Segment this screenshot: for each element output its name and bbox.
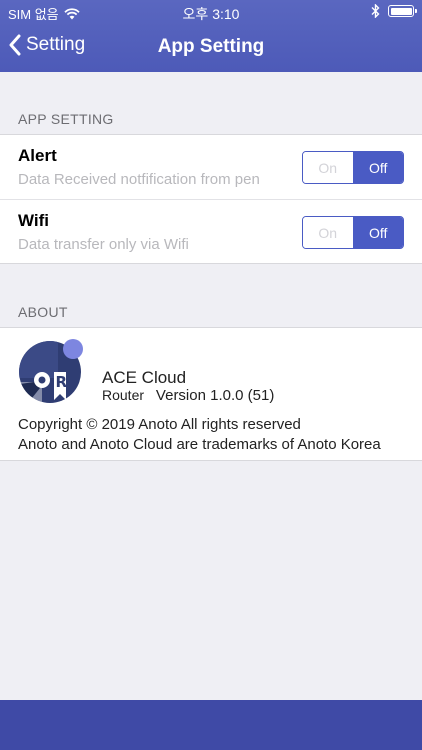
section-label-app-setting: APP SETTING	[18, 111, 114, 127]
about-group: R ACE Cloud Router Version 1.0.0 (51) Co…	[0, 327, 422, 461]
alert-title: Alert	[18, 146, 57, 165]
app-version: Version 1.0.0 (51)	[155, 387, 275, 404]
alert-off-button[interactable]: Off	[353, 152, 403, 183]
wifi-off-button[interactable]: Off	[353, 217, 403, 248]
alert-segmented-control[interactable]: On Off	[302, 151, 404, 184]
status-time: 오후 3:10	[182, 6, 240, 22]
copyright-text: Copyright © 2019 Anoto All rights reserv…	[18, 416, 301, 433]
setting-row-wifi: Wifi Data transfer only via Wifi On Off	[0, 199, 422, 263]
status-right	[371, 4, 417, 18]
wifi-title: Wifi	[18, 211, 50, 230]
wifi-subtitle: Data transfer only via Wifi	[18, 236, 189, 253]
setting-row-alert: Alert Data Received notfification from p…	[0, 135, 422, 199]
header: SIM 없음 오후 3:10 Setting App Setting	[0, 0, 422, 72]
page-title: App Setting	[157, 36, 265, 57]
navigation-bar: Setting App Setting	[0, 22, 422, 72]
svg-text:R: R	[56, 373, 68, 391]
status-bar: SIM 없음 오후 3:10	[0, 0, 422, 22]
battery-level	[390, 7, 412, 15]
app-name: ACE Cloud	[102, 368, 187, 387]
app-meta: Router Version 1.0.0 (51)	[102, 387, 274, 404]
app-setting-group: Alert Data Received notfification from p…	[0, 134, 422, 264]
wifi-on-button[interactable]: On	[303, 217, 354, 248]
alert-subtitle: Data Received notfification from pen	[18, 171, 260, 188]
section-label-about: ABOUT	[18, 304, 68, 320]
bottom-bar	[0, 700, 422, 750]
bluetooth-icon	[371, 4, 380, 18]
wifi-segmented-control[interactable]: On Off	[302, 216, 404, 249]
battery-icon	[388, 5, 417, 17]
alert-on-button[interactable]: On	[303, 152, 354, 183]
app-sub-label: Router	[102, 387, 145, 403]
ace-cloud-logo-icon: R	[19, 339, 83, 403]
trademark-text: Anoto and Anoto Cloud are trademarks of …	[18, 436, 381, 453]
